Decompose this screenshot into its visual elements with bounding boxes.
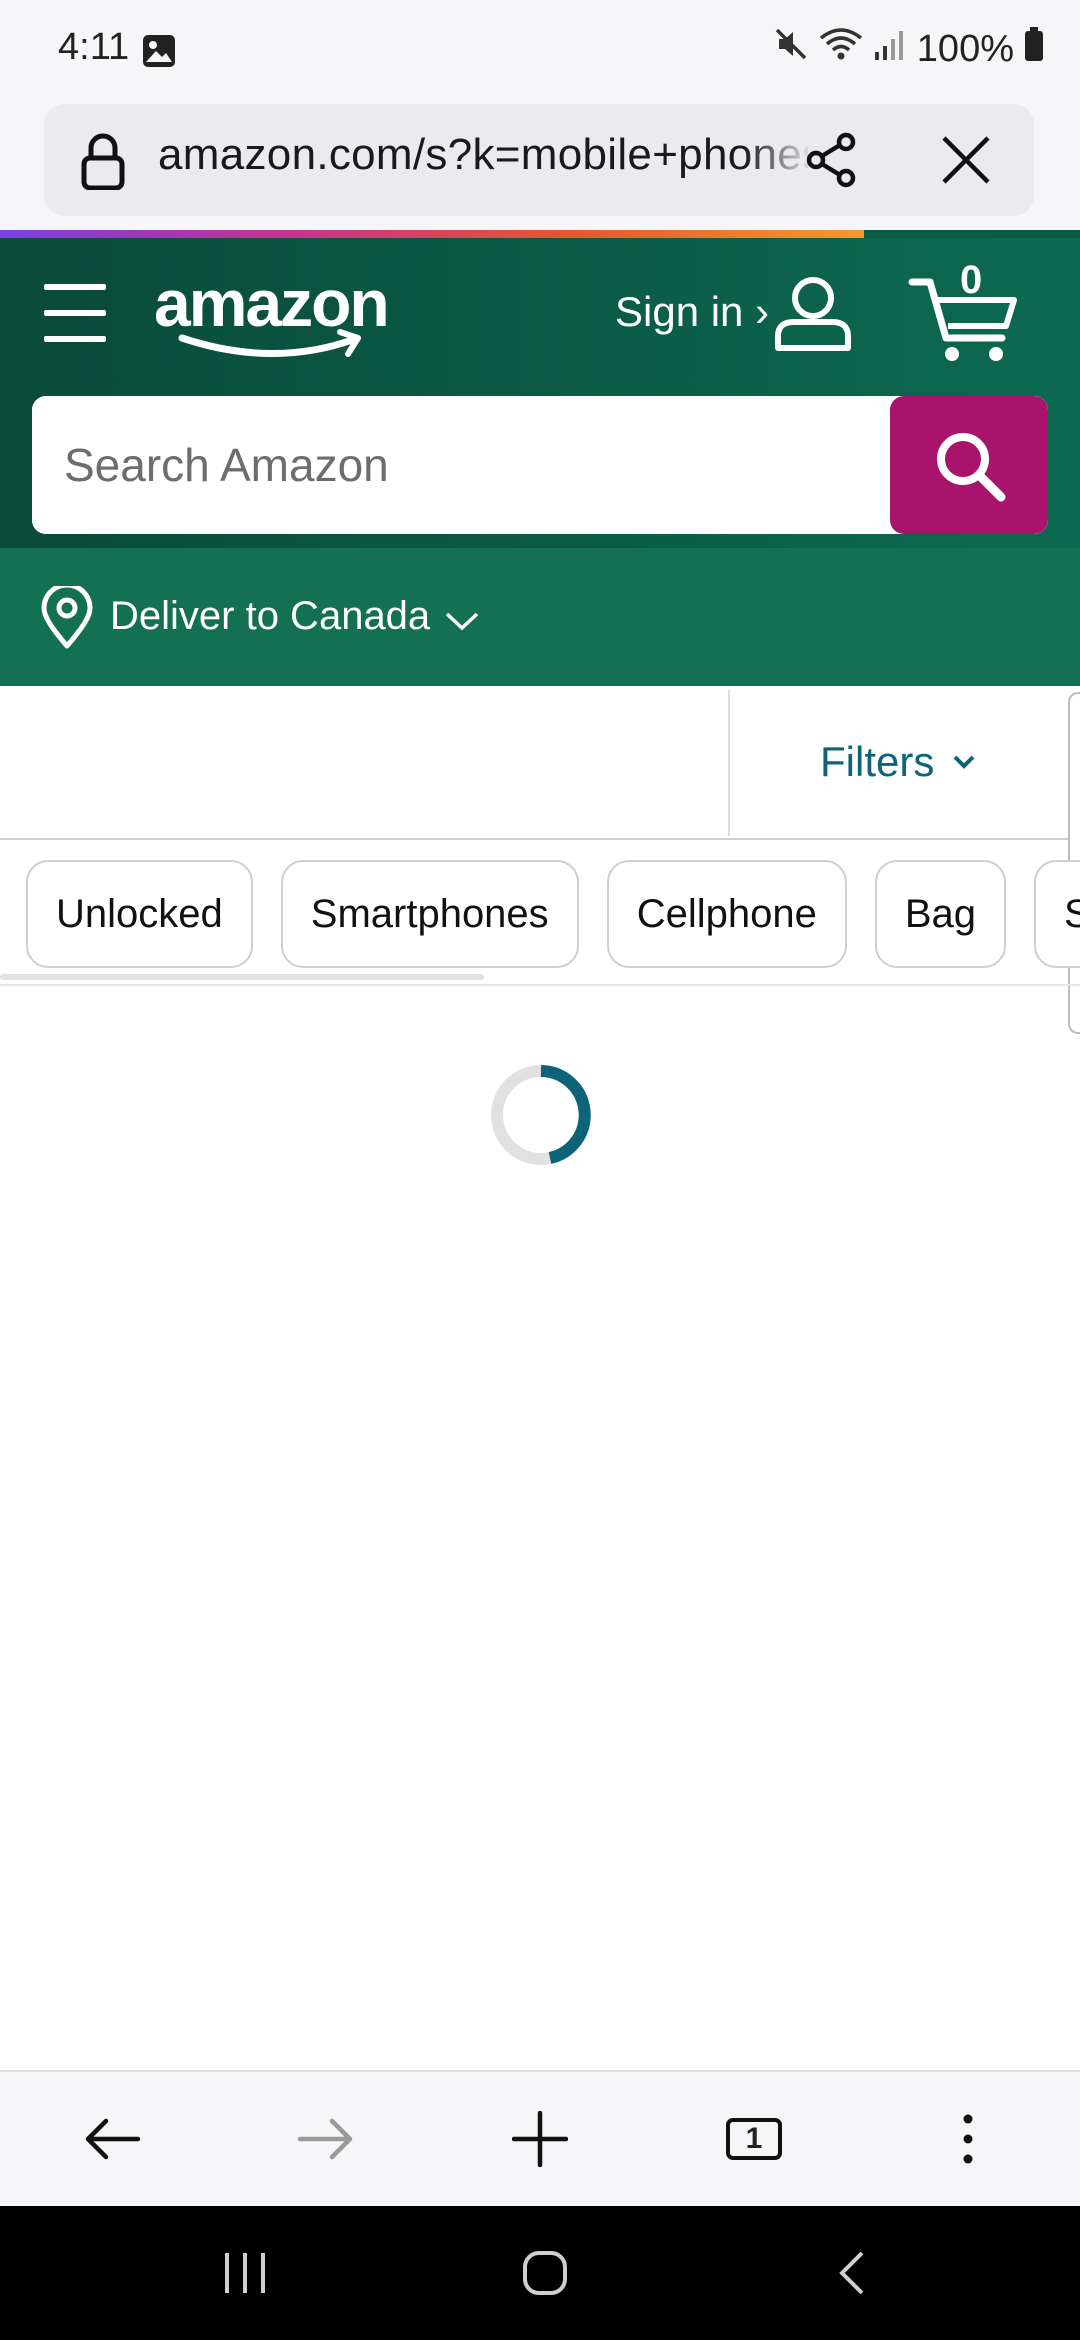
mute-icon: [773, 26, 809, 72]
more-options-button[interactable]: [926, 2072, 1010, 2206]
filters-divider: [728, 690, 730, 836]
lock-icon[interactable]: [80, 132, 126, 195]
hamburger-menu-icon[interactable]: [42, 282, 108, 349]
arrow-right-icon: [297, 2118, 353, 2160]
chevron-down-icon: [953, 755, 975, 769]
chip-bag[interactable]: Bag: [874, 860, 1006, 968]
forward-button[interactable]: [284, 2072, 368, 2206]
recent-apps-icon: [225, 2253, 265, 2293]
chip-unlocked[interactable]: Unlocked: [26, 860, 253, 968]
browser-toolbar-top: amazon.com/s?k=mobile+phones: [0, 100, 1080, 232]
search-input[interactable]: [32, 396, 924, 534]
filters-button[interactable]: Filters: [820, 738, 976, 786]
loading-spinner: [490, 1064, 592, 1171]
user-icon[interactable]: [772, 274, 854, 357]
refinement-chips: Unlocked Smartphones Cellphone Bag St: [26, 860, 1080, 968]
home-icon: [523, 2251, 567, 2295]
image-icon: [142, 34, 176, 73]
chip-smartphones[interactable]: Smartphones: [280, 860, 579, 968]
amazon-header: amazon Sign in › 0: [0, 238, 1080, 548]
tab-count: 1: [745, 2122, 763, 2155]
chip-partial[interactable]: St: [1034, 860, 1080, 968]
status-bar: 4:11 100%: [0, 0, 1080, 100]
deliver-to-bar[interactable]: Deliver to Canada: [0, 548, 1080, 686]
chip-cellphone[interactable]: Cellphone: [606, 860, 847, 968]
chips-scroll-indicator: [0, 974, 484, 980]
filters-row: Filters: [0, 688, 1080, 840]
close-icon[interactable]: [940, 134, 992, 191]
address-bar[interactable]: amazon.com/s?k=mobile+phones: [44, 104, 1034, 216]
status-time: 4:11: [58, 26, 130, 68]
chevron-down-icon[interactable]: [444, 610, 480, 637]
url-text[interactable]: amazon.com/s?k=mobile+phones: [158, 130, 808, 190]
system-back-button[interactable]: [806, 2206, 896, 2340]
android-navigation-bar: [0, 2206, 1080, 2340]
page-load-progress-fill: [0, 230, 864, 238]
recent-apps-button[interactable]: [200, 2206, 290, 2340]
filters-label: Filters: [820, 738, 935, 785]
signal-icon: [873, 26, 907, 72]
browser-bottom-toolbar: 1: [0, 2070, 1080, 2206]
sign-in-link[interactable]: Sign in ›: [615, 288, 769, 336]
battery-icon: [1024, 26, 1044, 72]
share-icon[interactable]: [802, 130, 862, 195]
cart-count: 0: [960, 258, 983, 302]
more-vertical-icon: [963, 2114, 973, 2164]
home-button[interactable]: [500, 2206, 590, 2340]
page-load-progress: [0, 230, 1080, 238]
location-pin-icon: [40, 582, 94, 655]
deliver-to-text[interactable]: Deliver to Canada: [110, 594, 430, 639]
status-indicators: 100%: [773, 26, 1044, 72]
tabs-icon: 1: [726, 2118, 782, 2160]
amazon-logo-text: amazon: [154, 268, 388, 340]
tabs-button[interactable]: 1: [712, 2072, 796, 2206]
plus-icon: [512, 2111, 568, 2167]
search-icon: [937, 433, 1006, 502]
back-button[interactable]: [70, 2072, 154, 2206]
chips-divider: [0, 984, 1080, 986]
new-tab-button[interactable]: [498, 2072, 582, 2206]
amazon-logo[interactable]: amazon: [152, 266, 404, 373]
search-button[interactable]: [890, 396, 1048, 534]
battery-percent: 100%: [916, 27, 1014, 70]
wifi-icon: [819, 26, 863, 72]
search-box: [32, 396, 1048, 534]
arrow-left-icon: [85, 2118, 141, 2160]
back-chevron-icon: [839, 2251, 864, 2295]
